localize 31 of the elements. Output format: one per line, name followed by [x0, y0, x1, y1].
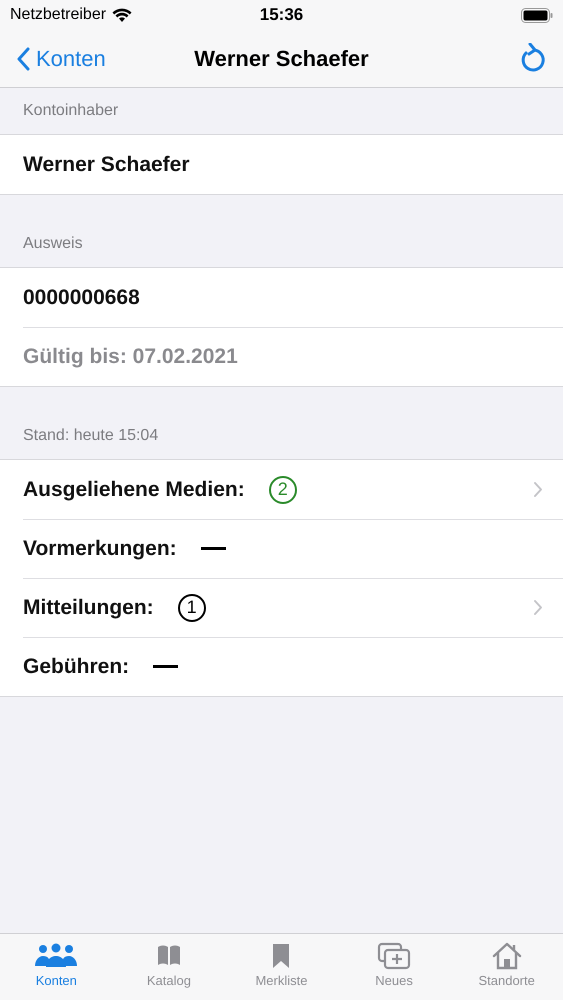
people-icon	[34, 942, 78, 970]
validity-text: Gültig bis: 07.02.2021	[23, 344, 238, 368]
add-window-icon	[377, 942, 412, 970]
chevron-right-icon[interactable]	[533, 481, 543, 498]
tab[interactable]: Katalog	[112, 934, 226, 1000]
row-label: Vormerkungen:	[23, 536, 177, 560]
tab[interactable]: Neues	[338, 934, 450, 1000]
dash-icon	[200, 547, 226, 550]
count-badge: 2	[268, 476, 297, 504]
wifi-icon	[112, 8, 132, 22]
chevron-left-icon	[16, 46, 30, 70]
battery-icon	[521, 8, 554, 22]
carrier-name: Netzbetreiber	[10, 6, 106, 24]
house-icon	[492, 942, 522, 970]
row-label: Ausgeliehene Medien:	[23, 478, 245, 502]
section-header: Kontoinhaber	[23, 102, 118, 120]
back-button[interactable]: Konten	[16, 46, 156, 72]
row-label: Gebühren:	[23, 654, 130, 678]
status-time: 15:36	[260, 5, 304, 25]
section-header: Stand: heute 15:04	[23, 427, 158, 445]
screen-title: Werner Schaefer	[194, 46, 369, 72]
tab[interactable]: Konten	[0, 934, 113, 1000]
dash-icon	[153, 665, 178, 668]
row-text: Werner Schaefer	[23, 152, 190, 176]
count-badge: 1	[178, 594, 206, 622]
row-text: 0000000668	[23, 286, 140, 310]
tab[interactable]: Standorte	[450, 934, 563, 1000]
section-header: Ausweis	[23, 235, 83, 253]
row-label: Mitteilungen:	[23, 596, 154, 620]
tab[interactable]: Merkliste	[225, 934, 338, 1000]
chevron-right-icon[interactable]	[533, 599, 543, 616]
